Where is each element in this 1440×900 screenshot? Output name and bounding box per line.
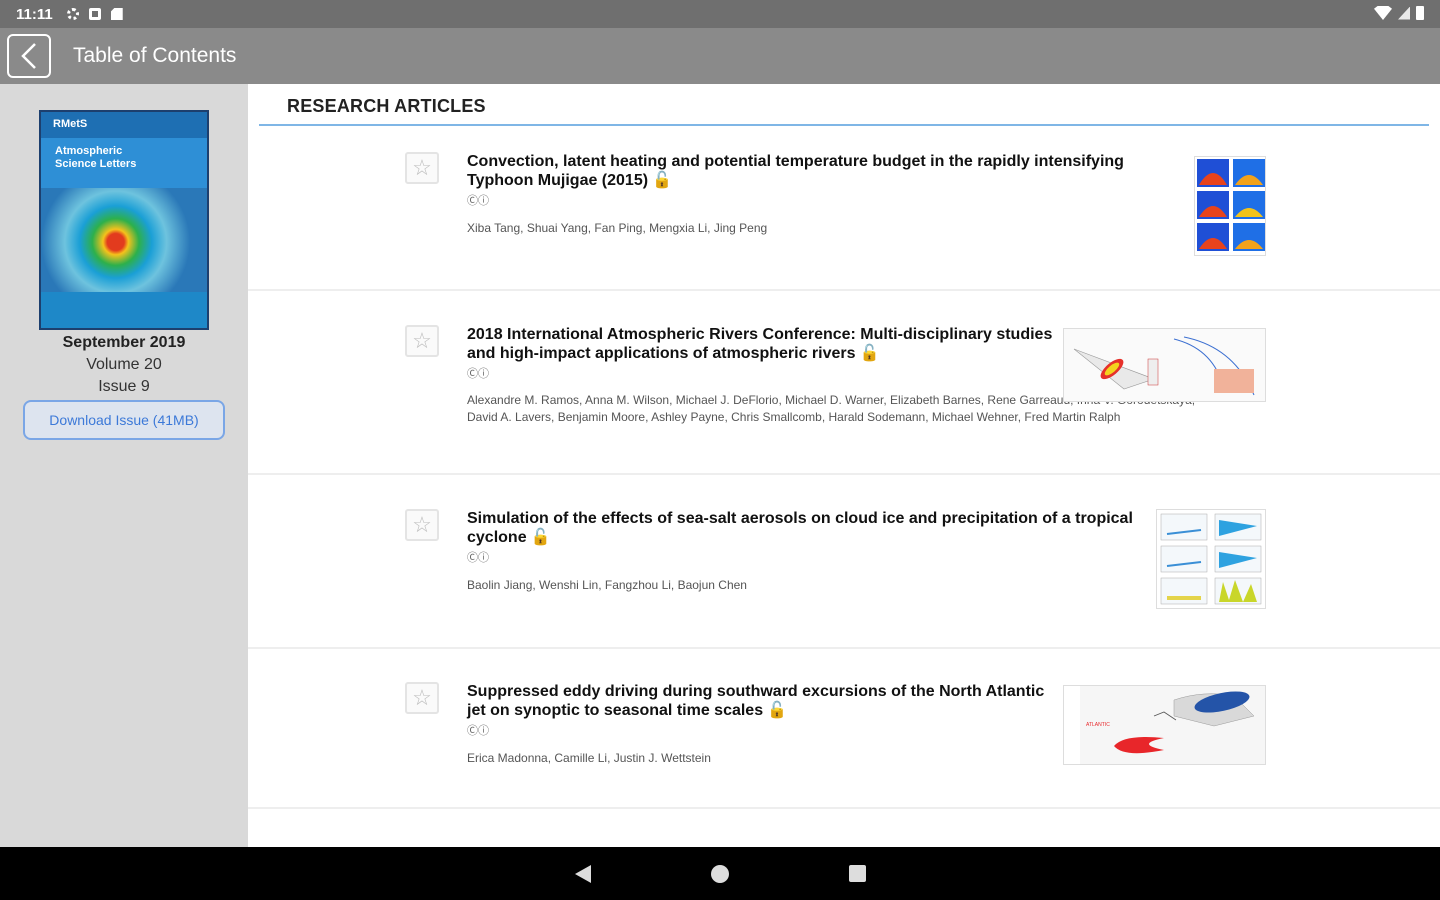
article-authors: Erica Madonna, Camille Li, Justin J. Wet… [467,751,711,765]
chevron-left-icon [21,43,36,69]
nav-home-icon[interactable] [710,864,729,883]
favorite-star-button[interactable]: ☆ [405,325,439,357]
license-icon: Ⓒⓘ [467,368,489,380]
star-icon: ☆ [412,685,432,710]
open-access-icon: 🔓 [767,702,788,719]
article-row[interactable]: ☆ Convection, latent heating and potenti… [248,128,1440,291]
favorite-star-button[interactable]: ☆ [405,152,439,184]
article-title[interactable]: Convection, latent heating and potential… [467,152,1187,190]
open-access-icon: 🔓 [859,345,880,362]
favorite-star-button[interactable]: ☆ [405,509,439,541]
app-bar: Table of Contents [0,28,1440,84]
back-button[interactable] [7,34,51,78]
license-icon: Ⓒⓘ [467,195,489,207]
section-divider [259,124,1429,126]
article-row[interactable]: ☆ Suppressed eddy driving during southwa… [248,649,1440,809]
article-authors: Baolin Jiang, Wenshi Lin, Fangzhou Li, B… [467,578,747,592]
license-icon: Ⓒⓘ [467,725,489,737]
settings-notification-icon [66,8,79,20]
star-icon: ☆ [412,512,432,537]
issue-number: Issue 9 [98,378,150,395]
star-icon: ☆ [412,328,432,353]
cover-journal-title: Atmospheric Science Letters [55,145,137,170]
article-title[interactable]: 2018 International Atmospheric Rivers Co… [467,325,1057,363]
nav-back-icon[interactable] [574,864,591,883]
cover-brand: RMetS [53,118,88,130]
app-notification-icon [88,8,101,20]
system-navigation-bar [0,847,1440,900]
figure-thumbnail-image [1064,329,1265,401]
signal-icon [1398,6,1410,20]
nav-recents-icon[interactable] [848,865,866,882]
svg-text:ATLANTIC: ATLANTIC [1086,722,1110,728]
status-system-icons [1374,6,1424,20]
article-thumbnail[interactable] [1194,156,1266,256]
article-list-panel[interactable]: RESEARCH ARTICLES ☆ Convection, latent h… [248,84,1440,847]
cover-typhoon-image [41,188,207,296]
open-access-icon: 🔓 [530,529,551,546]
figure-thumbnail-image [1197,159,1265,251]
figure-thumbnail-image: ATLANTIC [1080,686,1265,764]
issue-cover-image[interactable]: RMetS Atmospheric Science Letters [39,110,209,330]
issue-sidebar: RMetS Atmospheric Science Letters Septem… [0,84,248,847]
article-title[interactable]: Simulation of the effects of sea-salt ae… [467,509,1147,547]
section-header: RESEARCH ARTICLES [287,96,486,116]
license-icon: Ⓒⓘ [467,552,489,564]
article-title[interactable]: Suppressed eddy driving during southward… [467,682,1047,720]
star-icon: ☆ [412,155,432,180]
article-row[interactable]: ☆ 2018 International Atmospheric Rivers … [248,291,1440,475]
article-thumbnail[interactable]: ATLANTIC [1063,685,1266,765]
figure-thumbnail-image [1160,513,1262,605]
status-bar: 11:11 [0,0,1440,28]
favorite-star-button[interactable]: ☆ [405,682,439,714]
page-title: Table of Contents [73,44,237,67]
download-issue-button[interactable]: Download Issue (41MB) [23,400,225,440]
battery-icon [1416,6,1424,20]
status-time: 11:11 [16,5,53,23]
issue-month: September 2019 [62,334,186,351]
article-thumbnail[interactable] [1156,509,1266,609]
open-access-icon: 🔓 [652,172,672,189]
issue-volume: Volume 20 [86,356,162,373]
sd-card-icon [110,8,123,20]
article-row[interactable]: ☆ Simulation of the effects of sea-salt … [248,475,1440,649]
cover-footer [41,292,207,328]
article-thumbnail[interactable] [1063,328,1266,402]
status-notification-icons [66,8,123,20]
article-authors: Xiba Tang, Shuai Yang, Fan Ping, Mengxia… [467,221,768,235]
wifi-icon [1374,6,1392,20]
